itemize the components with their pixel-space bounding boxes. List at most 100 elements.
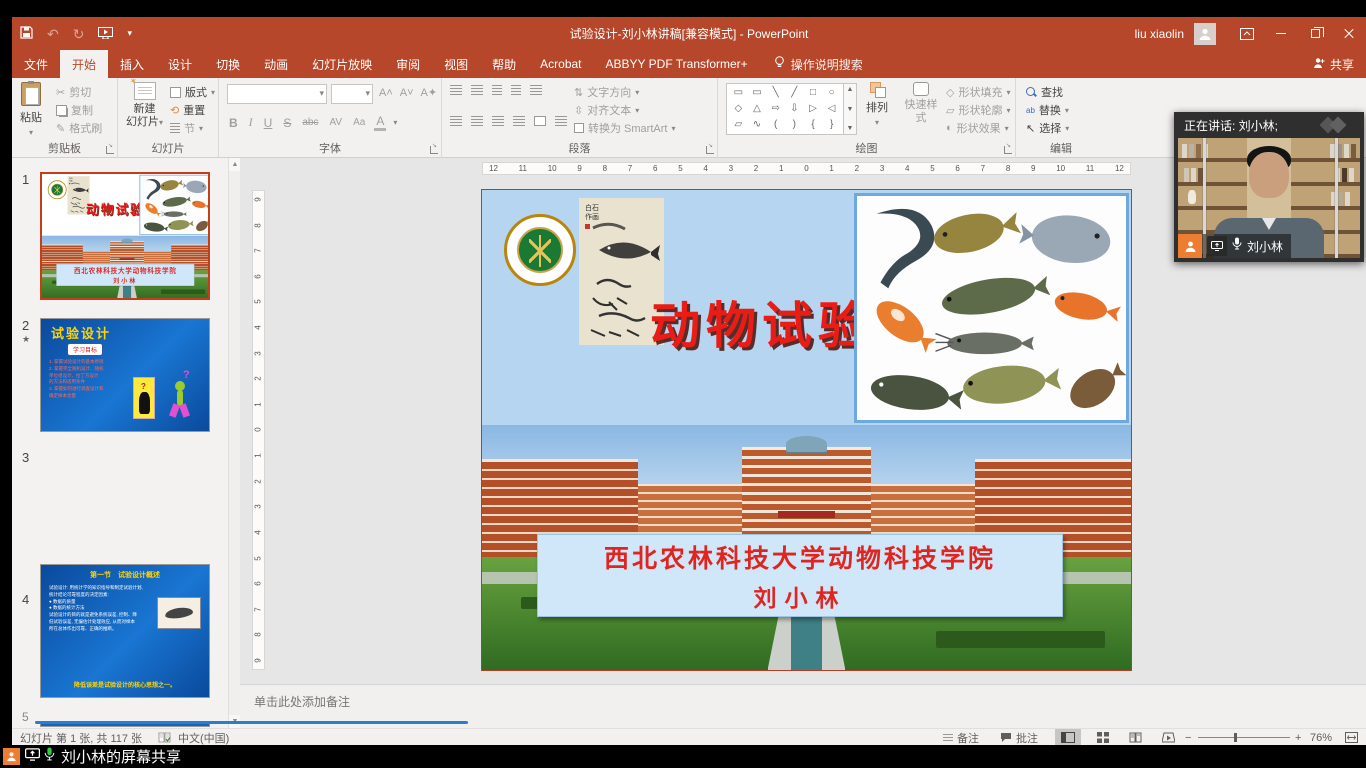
shape-glyph[interactable]: ╱ xyxy=(791,88,797,98)
ribbon-tab-设计[interactable]: 设计 xyxy=(156,50,204,78)
arrange-button[interactable]: 排列 ▾ xyxy=(866,82,888,127)
font-color-button[interactable]: A xyxy=(374,114,386,131)
zoom-level[interactable]: 76% xyxy=(1310,730,1332,745)
ribbon-tab-幻灯片放映[interactable]: 幻灯片放映 xyxy=(300,50,384,78)
clipboard-dialog-launcher-icon[interactable] xyxy=(106,146,114,154)
font-size-select[interactable] xyxy=(331,84,373,104)
strikethrough-button[interactable]: abc xyxy=(300,117,320,128)
justify-icon[interactable] xyxy=(513,116,525,126)
ribbon-tab-ABBYY PDF Transformer+[interactable]: ABBYY PDF Transformer+ xyxy=(594,50,760,78)
ribbon-tab-Acrobat[interactable]: Acrobat xyxy=(528,50,593,78)
shape-glyph[interactable]: ▷ xyxy=(809,104,817,114)
paragraph-dialog-launcher-icon[interactable] xyxy=(706,146,714,154)
format-painter-button[interactable]: ✎格式刷 xyxy=(56,120,102,136)
shape-glyph[interactable]: ∿ xyxy=(753,120,761,130)
shape-glyph[interactable]: △ xyxy=(753,104,761,114)
slide-counter[interactable]: 幻灯片 第 1 张, 共 117 张 xyxy=(20,730,142,745)
decrease-font-icon[interactable]: A˅ xyxy=(400,87,414,99)
increase-indent-icon[interactable] xyxy=(511,85,521,95)
fit-to-window-icon[interactable] xyxy=(1345,730,1358,745)
paste-button[interactable]: 粘贴 ▾ xyxy=(20,82,42,137)
cut-button[interactable]: ✂剪切 xyxy=(56,84,91,100)
shapes-more-icon[interactable]: ▼ xyxy=(847,125,854,132)
shape-glyph[interactable]: ◇ xyxy=(734,104,742,114)
shape-glyph[interactable]: ○ xyxy=(829,88,835,98)
ribbon-tab-审阅[interactable]: 审阅 xyxy=(384,50,432,78)
shape-glyph[interactable]: ⇩ xyxy=(790,104,798,114)
column-layout-icon[interactable] xyxy=(555,116,567,126)
numbering-icon[interactable] xyxy=(471,85,483,95)
zoom-slider-thumb[interactable] xyxy=(1234,733,1237,742)
clear-format-icon[interactable]: A✦ xyxy=(421,86,438,99)
tell-me-search[interactable]: 操作说明搜索 xyxy=(760,50,877,78)
new-slide-button[interactable]: 新建 幻灯片▾ xyxy=(126,82,163,129)
language-status[interactable]: 中文(中国) xyxy=(178,730,229,745)
quick-styles-button[interactable]: 快速样式 xyxy=(904,82,938,125)
ribbon-tab-开始[interactable]: 开始 xyxy=(60,50,108,78)
account-avatar[interactable] xyxy=(1194,23,1216,45)
line-spacing-icon[interactable] xyxy=(530,85,542,95)
restore-button[interactable] xyxy=(1298,17,1332,50)
start-slideshow-icon[interactable] xyxy=(98,27,113,41)
bold-button[interactable]: B xyxy=(227,116,240,130)
save-icon[interactable] xyxy=(20,26,33,41)
ribbon-tab-动画[interactable]: 动画 xyxy=(252,50,300,78)
spell-check-icon[interactable] xyxy=(158,730,171,745)
thumbnail-scrollbar[interactable]: ▲ ▼ xyxy=(228,158,240,728)
ribbon-display-options-icon[interactable] xyxy=(1230,17,1264,50)
underline-button[interactable]: U xyxy=(262,116,275,130)
horizontal-scrollbar-thumb[interactable] xyxy=(35,721,468,724)
slide-canvas[interactable]: 白石 作画 动物试验设计 xyxy=(482,190,1131,670)
zoom-in-button[interactable]: + xyxy=(1295,730,1301,745)
reset-button[interactable]: ⟲重置 xyxy=(170,102,205,118)
slide-2-thumbnail[interactable]: 试验设计 学习目标 1. 掌握试验设计的基本原则2. 掌握完全随机设计、随机单位… xyxy=(40,318,210,432)
vertical-ruler[interactable]: 9876543210123456789 xyxy=(252,190,265,670)
italic-button[interactable]: I xyxy=(247,115,255,130)
shape-glyph[interactable]: ╲ xyxy=(773,88,779,98)
minimize-button[interactable] xyxy=(1264,17,1298,50)
shape-glyph[interactable]: ▭ xyxy=(752,88,761,98)
shape-glyph[interactable]: □ xyxy=(810,88,816,98)
shapes-scroll-down-icon[interactable]: ▼ xyxy=(847,106,854,113)
smartart-button[interactable]: 转换为 SmartArt▾ xyxy=(574,120,675,136)
shape-fill-button[interactable]: ◇形状填充▾ xyxy=(946,84,1010,100)
replace-button[interactable]: ab替换▾ xyxy=(1026,102,1069,118)
copy-button[interactable]: 复制 xyxy=(56,102,93,118)
shape-glyph[interactable]: ) xyxy=(793,120,796,130)
select-button[interactable]: ↖选择▾ xyxy=(1026,120,1069,136)
ribbon-tab-视图[interactable]: 视图 xyxy=(432,50,480,78)
shape-glyph[interactable]: ◁ xyxy=(828,104,836,114)
close-button[interactable] xyxy=(1332,17,1366,50)
shape-glyph[interactable]: { xyxy=(811,120,814,130)
qat-customize-icon[interactable]: ▾ xyxy=(127,29,132,38)
shape-glyph[interactable]: ▭ xyxy=(734,88,743,98)
zoom-out-button[interactable]: − xyxy=(1185,730,1191,745)
layout-button[interactable]: 版式▾ xyxy=(170,84,215,100)
drawing-dialog-launcher-icon[interactable] xyxy=(1004,146,1012,154)
shape-glyph[interactable]: ( xyxy=(774,120,777,130)
align-right-icon[interactable] xyxy=(492,116,504,126)
ribbon-tab-文件[interactable]: 文件 xyxy=(12,50,60,78)
character-spacing-button[interactable]: AV xyxy=(327,117,344,128)
align-text-button[interactable]: ⇳对齐文本▾ xyxy=(574,102,639,118)
slide-3-thumbnail[interactable]: 第一节 试验设计概述 试验设计: 用统计学的知识指导和制定试验计划,统计结论可靠… xyxy=(40,564,210,698)
find-button[interactable]: 查找 xyxy=(1026,84,1063,100)
view-slide-sorter-button[interactable] xyxy=(1090,729,1116,746)
align-left-icon[interactable] xyxy=(450,116,462,126)
align-center-icon[interactable] xyxy=(471,116,483,126)
shapes-gallery[interactable]: ▭▭╲╱□○◇△⇨⇩▷◁▱∿(){} xyxy=(726,83,844,135)
font-dialog-launcher-icon[interactable] xyxy=(430,146,438,154)
shape-effects-button[interactable]: ◐形状效果▾ xyxy=(946,120,1009,136)
shape-glyph[interactable]: ⇨ xyxy=(771,104,779,114)
bullets-icon[interactable] xyxy=(450,85,462,95)
undo-icon[interactable]: ↶ xyxy=(47,27,59,41)
redo-icon[interactable]: ↻ xyxy=(73,27,85,41)
notes-toggle[interactable]: 备注 xyxy=(943,730,979,745)
shape-glyph[interactable]: } xyxy=(830,120,833,130)
shadow-button[interactable]: S xyxy=(281,116,293,130)
zoom-slider[interactable] xyxy=(1198,737,1290,738)
text-direction-button[interactable]: ⇅文字方向▾ xyxy=(574,84,639,100)
font-name-select[interactable] xyxy=(227,84,327,104)
meeting-video-overlay[interactable]: 正在讲话: 刘小林; xyxy=(1174,112,1364,262)
shapes-scroll-up-icon[interactable]: ▲ xyxy=(847,86,854,93)
